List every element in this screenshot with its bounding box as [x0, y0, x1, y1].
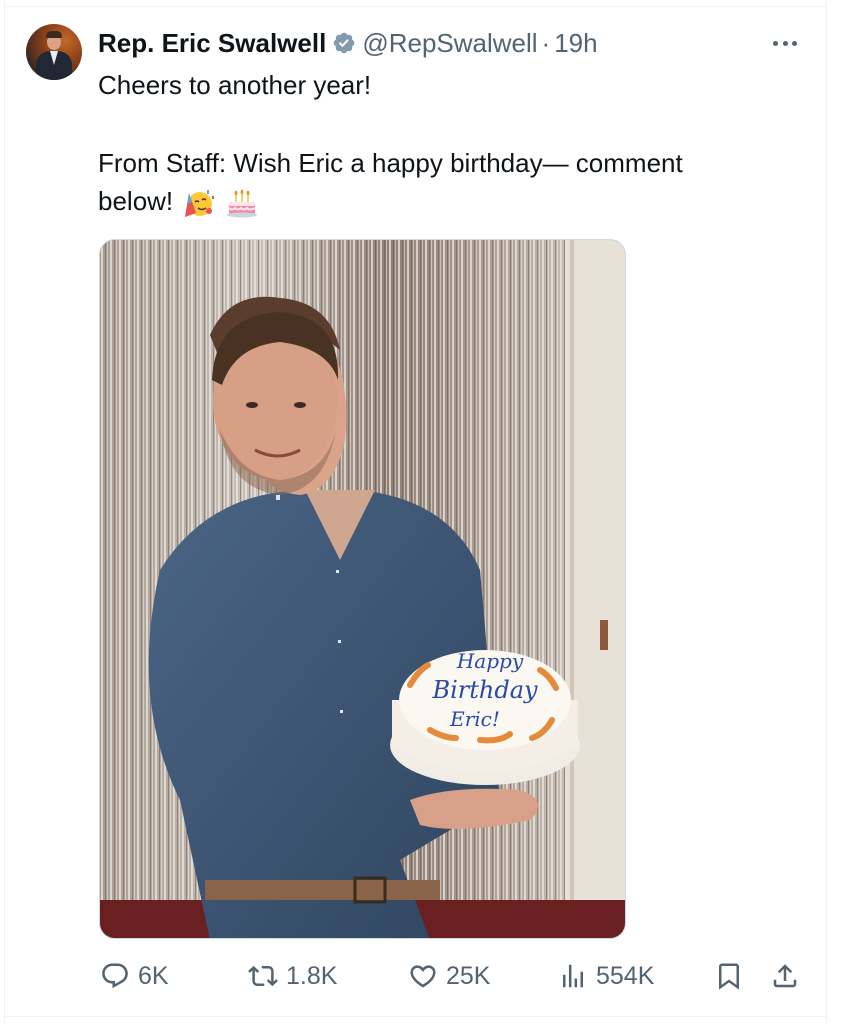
tweet-border-top	[4, 6, 827, 7]
more-dot-icon	[782, 40, 788, 46]
share-icon	[773, 964, 797, 988]
birthday-photo-illustration: Happy Birthday Eric!	[100, 240, 625, 938]
cake-text-line-2: Birthday	[431, 676, 538, 704]
bookmark-icon	[719, 963, 739, 990]
reply-count: 6K	[138, 961, 169, 990]
bookmark-button[interactable]	[714, 950, 744, 1002]
cake-text-line-3: Eric!	[449, 707, 500, 731]
views-chart-icon	[563, 964, 583, 988]
avatar-hair	[46, 31, 62, 38]
tweet-border-right	[826, 0, 827, 1024]
tweet-timestamp[interactable]: 19h	[554, 28, 597, 59]
views-button[interactable]: 554K	[558, 950, 654, 1002]
tweet-action-bar: 6K 1.8K 25K 554K	[0, 950, 858, 1002]
share-button[interactable]	[770, 950, 800, 1002]
birthday-cake-emoji-icon	[226, 189, 257, 218]
repost-icon	[248, 965, 278, 987]
author-handle[interactable]: @RepSwalwell	[362, 28, 537, 59]
more-dot-icon	[792, 40, 797, 46]
like-button[interactable]: 25K	[408, 950, 490, 1002]
tweet-photo[interactable]: Happy Birthday Eric!	[99, 239, 626, 939]
like-count: 25K	[446, 961, 491, 990]
verified-badge-icon	[334, 32, 355, 54]
tweet-text-line: Cheers to another year!	[98, 70, 372, 100]
repost-count: 1.8K	[286, 961, 338, 990]
cake-text-line-1: Happy	[456, 649, 524, 673]
heart-icon	[410, 965, 436, 988]
tweet-text-line-with-emoji: below!	[98, 182, 258, 220]
tweet-border-bottom	[4, 1016, 827, 1017]
author-name[interactable]: Rep. Eric Swalwell	[98, 28, 326, 59]
partying-face-emoji-icon	[185, 190, 215, 218]
tweet-text-fragment: below!	[98, 186, 174, 216]
reply-button[interactable]: 6K	[100, 950, 169, 1002]
reply-icon	[102, 963, 128, 989]
more-dot-icon	[773, 40, 778, 46]
avatar[interactable]	[26, 24, 82, 80]
more-options-button[interactable]	[765, 30, 805, 56]
repost-button[interactable]: 1.8K	[248, 950, 337, 1002]
tweet-border-left	[4, 0, 5, 1024]
view-count: 554K	[596, 961, 655, 990]
tweet-header: Rep. Eric Swalwell @RepSwalwell · 19h	[98, 26, 598, 60]
header-separator: ·	[541, 27, 551, 58]
tweet-text-line: From Staff: Wish Eric a happy birthday— …	[98, 148, 683, 178]
